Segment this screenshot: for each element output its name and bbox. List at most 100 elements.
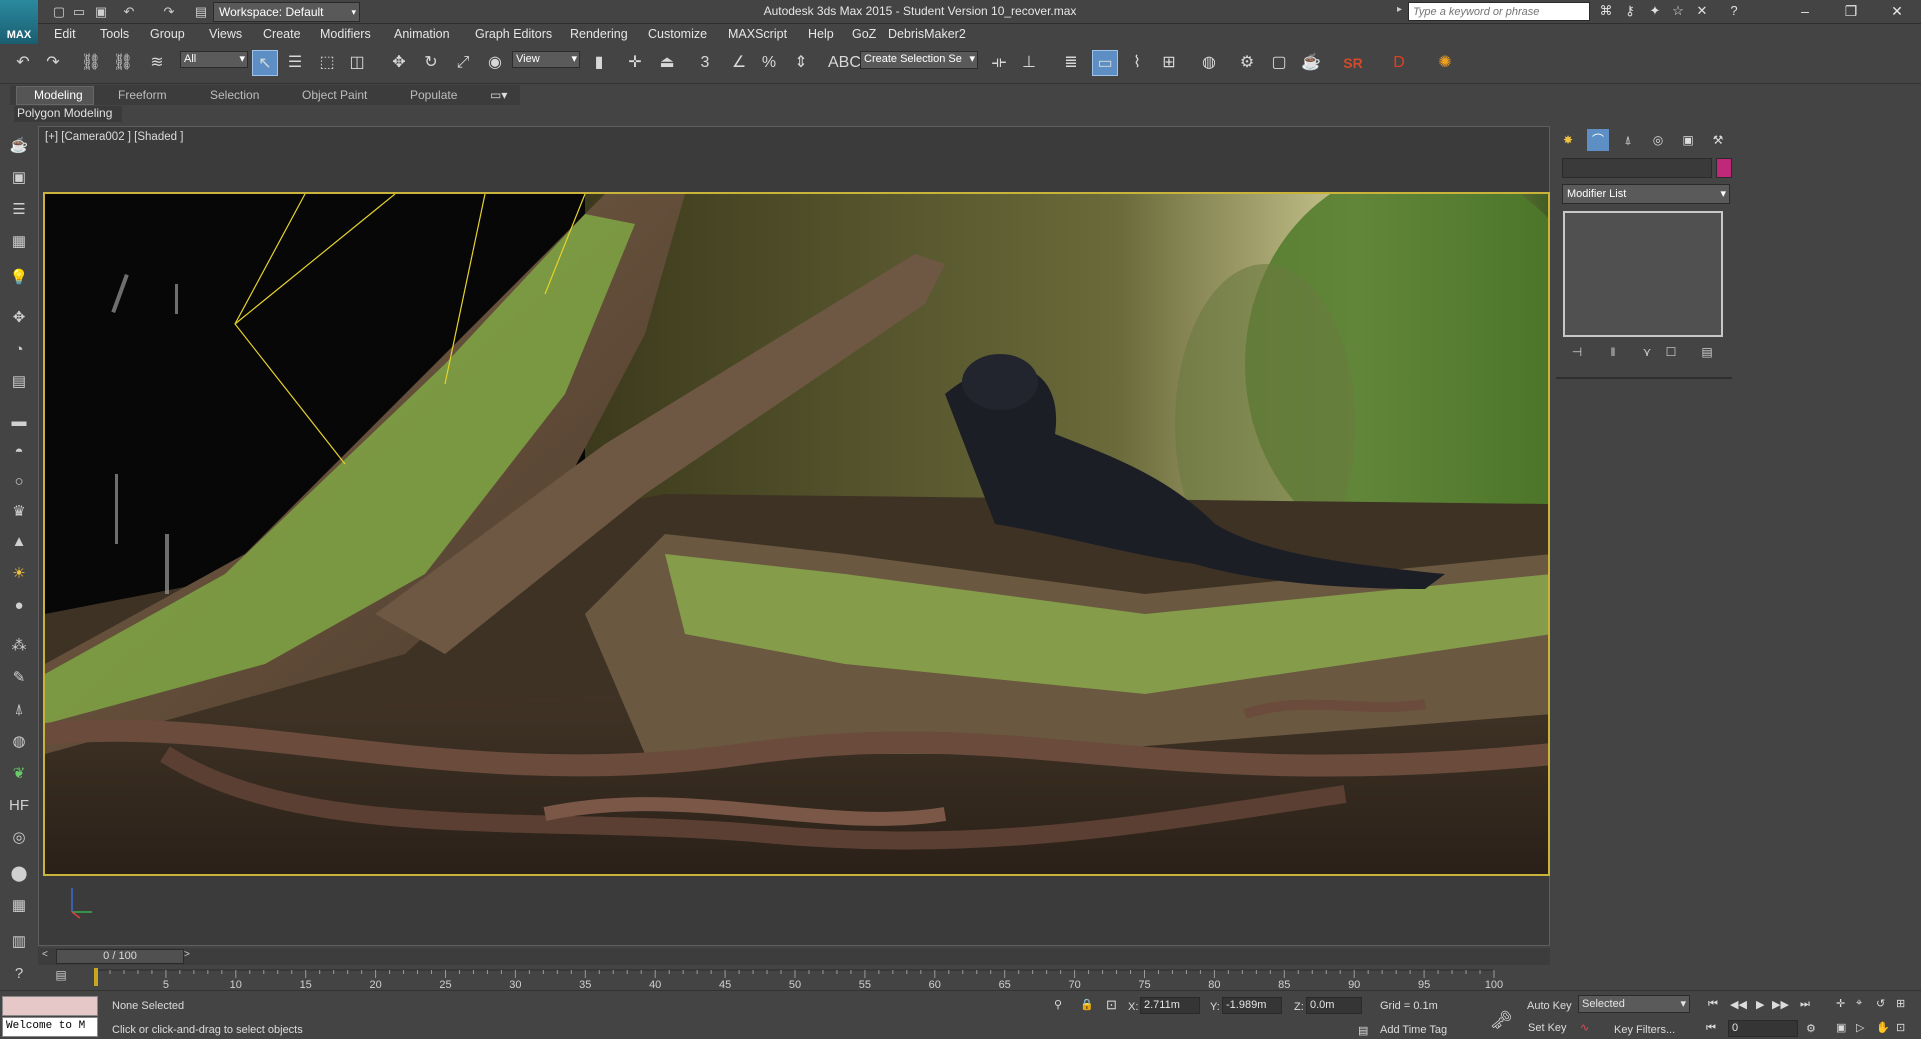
render-setup-icon[interactable]: ⚙ bbox=[1234, 50, 1260, 76]
angle-snap-icon[interactable]: ∠ bbox=[726, 50, 752, 76]
plane-icon[interactable]: ▬ bbox=[7, 410, 31, 434]
y-coordinate-field[interactable]: -1.989m bbox=[1222, 997, 1282, 1014]
camera-icon[interactable]: ◔ bbox=[7, 338, 31, 362]
menu-graph-editors[interactable]: Graph Editors bbox=[475, 27, 552, 41]
globe-icon[interactable]: ◍ bbox=[7, 730, 31, 754]
modifier-list-dropdown[interactable]: Modifier List ▾ bbox=[1562, 184, 1730, 204]
search-input[interactable] bbox=[1408, 2, 1590, 21]
crown-icon[interactable]: ♛ bbox=[7, 500, 31, 524]
next-key-icon[interactable]: ▶▶ bbox=[1772, 998, 1789, 1011]
absolute-mode-icon[interactable]: ⊡ bbox=[1106, 997, 1117, 1013]
film-icon[interactable]: ▤ bbox=[7, 370, 31, 394]
key-icon[interactable]: ⚷ bbox=[1620, 3, 1640, 21]
bind-spacewarp-icon[interactable]: ≋ bbox=[144, 50, 170, 76]
zoom-icon[interactable]: ✛ bbox=[1836, 997, 1845, 1010]
menu-customize[interactable]: Customize bbox=[648, 27, 707, 41]
tab-selection[interactable]: Selection bbox=[210, 88, 259, 102]
z-coordinate-field[interactable]: 0.0m bbox=[1306, 997, 1362, 1014]
modifier-stack[interactable] bbox=[1563, 211, 1723, 337]
ref-coord-dropdown[interactable]: View ▾ bbox=[512, 51, 580, 68]
rect-selection-icon[interactable]: ⬚ bbox=[314, 50, 340, 76]
curve-editor-icon[interactable]: ⌇ bbox=[1124, 50, 1150, 76]
default-tangent-icon[interactable]: ∿ bbox=[1580, 1021, 1589, 1034]
maximize-button[interactable]: ❐ bbox=[1828, 0, 1874, 24]
motion-tab-icon[interactable]: ◎ bbox=[1647, 129, 1669, 151]
redo-icon[interactable]: ↷ bbox=[40, 50, 66, 76]
hierarchy-icon[interactable]: ⍋ bbox=[7, 698, 31, 722]
open-file-icon[interactable]: ▭ bbox=[70, 3, 88, 21]
menu-animation[interactable]: Animation bbox=[394, 27, 450, 41]
remove-modifier-icon[interactable]: ☐ bbox=[1660, 345, 1682, 363]
ribbon-options-icon[interactable]: ▭▾ bbox=[490, 88, 507, 102]
key-mode-toggle-icon[interactable]: ⏮ bbox=[1706, 1022, 1716, 1035]
go-to-end-icon[interactable]: ⏭ bbox=[1800, 998, 1810, 1011]
menu-help[interactable]: Help bbox=[808, 27, 834, 41]
pan-icon[interactable]: ✋ bbox=[1876, 1021, 1890, 1034]
app-menu-button[interactable]: MAX bbox=[0, 0, 38, 44]
prev-frame-icon[interactable]: < bbox=[42, 949, 48, 960]
object-name-field[interactable] bbox=[1562, 158, 1712, 178]
ribbon-toggle-icon[interactable]: ▭ bbox=[1092, 50, 1118, 76]
menu-group[interactable]: Group bbox=[150, 27, 185, 41]
list-icon[interactable]: ☰ bbox=[7, 198, 31, 222]
object-color-swatch[interactable] bbox=[1716, 158, 1732, 178]
create-tab-icon[interactable]: ✸ bbox=[1557, 129, 1579, 151]
unlink-icon[interactable]: ⛓ bbox=[110, 50, 136, 76]
zoom-all-icon[interactable]: ⌖ bbox=[1856, 997, 1862, 1010]
menu-maxscript[interactable]: MAXScript bbox=[728, 27, 787, 41]
make-unique-icon[interactable]: ⋎ bbox=[1636, 345, 1658, 363]
expand-icon[interactable]: ▸ bbox=[1397, 4, 1402, 15]
menu-goz[interactable]: GoZ bbox=[852, 27, 876, 41]
link-icon[interactable]: ⛓ bbox=[78, 50, 104, 76]
undo-icon[interactable]: ↶ bbox=[10, 50, 36, 76]
rendered-frame-window-icon[interactable]: ▢ bbox=[1266, 50, 1292, 76]
tab-freeform[interactable]: Freeform bbox=[118, 88, 167, 102]
snaps-toggle-icon[interactable]: 3 bbox=[692, 50, 718, 76]
zoom-extents-icon[interactable]: ▣ bbox=[1836, 1021, 1846, 1034]
teapot-icon[interactable]: ☕ bbox=[7, 134, 31, 158]
schematic-view-icon[interactable]: ⊞ bbox=[1156, 50, 1182, 76]
subscription-icon[interactable]: ✦ bbox=[1645, 3, 1665, 21]
select-scale-icon[interactable]: ⤢ bbox=[450, 50, 476, 76]
menu-debrismaker2[interactable]: DebrisMaker2 bbox=[888, 27, 966, 41]
minimize-button[interactable]: – bbox=[1782, 0, 1828, 24]
help-icon[interactable]: ? bbox=[1724, 3, 1744, 21]
texture-icon[interactable]: ◎ bbox=[7, 826, 31, 850]
help-icon[interactable]: ? bbox=[7, 962, 31, 986]
ball-icon[interactable]: ⬤ bbox=[7, 862, 31, 886]
material-editor-icon[interactable]: ◍ bbox=[1196, 50, 1222, 76]
hierarchy-tab-icon[interactable]: ⍋ bbox=[1617, 129, 1639, 151]
set-key-mode-icon[interactable]: 🗝 bbox=[1490, 1010, 1513, 1031]
menu-tools[interactable]: Tools bbox=[100, 27, 129, 41]
viewport-layout-icon[interactable]: ▥ bbox=[7, 930, 31, 954]
hair-icon[interactable]: HF bbox=[7, 794, 31, 818]
place-icon[interactable]: ◉ bbox=[482, 50, 508, 76]
walk-icon[interactable]: ✥ bbox=[7, 306, 31, 330]
key-filters-button[interactable]: Key Filters... bbox=[1614, 1024, 1675, 1036]
spinner-snap-icon[interactable]: ⇕ bbox=[788, 50, 814, 76]
menu-edit[interactable]: Edit bbox=[54, 27, 76, 41]
keyboard-shortcut-icon[interactable]: ⏏ bbox=[654, 50, 680, 76]
select-rotate-icon[interactable]: ↻ bbox=[418, 50, 444, 76]
go-to-start-icon[interactable]: ⏮ bbox=[1708, 998, 1718, 1011]
tab-object-paint[interactable]: Object Paint bbox=[302, 88, 367, 102]
favorites-star-icon[interactable]: ☆ bbox=[1668, 3, 1688, 21]
menu-views[interactable]: Views bbox=[209, 27, 242, 41]
play-icon[interactable]: ▶ bbox=[1756, 998, 1764, 1011]
align-icon[interactable]: ⊥ bbox=[1016, 50, 1042, 76]
orbit-icon[interactable]: ↺ bbox=[1876, 997, 1885, 1010]
menu-create[interactable]: Create bbox=[263, 27, 301, 41]
sr-plugin-icon[interactable]: SR bbox=[1340, 50, 1366, 76]
maximize-viewport-icon[interactable]: ⊞ bbox=[1896, 997, 1905, 1010]
isolate-icon[interactable]: ⚲ bbox=[1054, 998, 1062, 1011]
new-file-icon[interactable]: ▢ bbox=[50, 3, 68, 21]
show-end-result-icon[interactable]: ‖ bbox=[1602, 345, 1624, 363]
time-tag-icon[interactable]: ▤ bbox=[1358, 1024, 1368, 1037]
modify-tab-icon[interactable]: ⌒ bbox=[1587, 129, 1609, 151]
select-by-name-icon[interactable]: ☰ bbox=[282, 50, 308, 76]
key-mode-dropdown[interactable]: Selected ▾ bbox=[1578, 995, 1690, 1013]
tab-populate[interactable]: Populate bbox=[410, 88, 457, 102]
save-icon[interactable]: ▣ bbox=[92, 3, 110, 21]
grass-icon[interactable]: ❦ bbox=[7, 762, 31, 786]
edit-named-selection-icon[interactable]: ABC bbox=[828, 50, 861, 76]
